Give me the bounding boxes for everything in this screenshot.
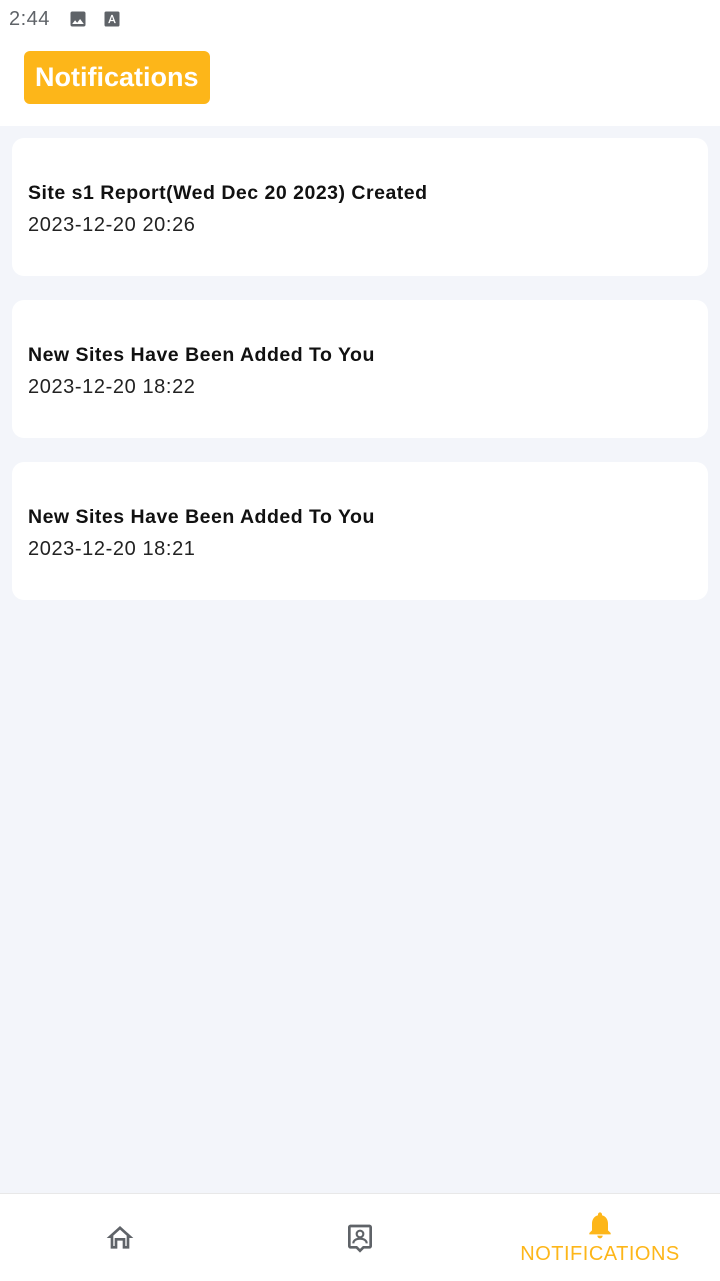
nav-item-home[interactable] xyxy=(0,1194,240,1281)
contact-card-icon xyxy=(348,1224,372,1253)
notification-time: 2023-12-20 18:22 xyxy=(28,376,196,398)
notification-title: Site s1 Report(Wed Dec 20 2023) Created xyxy=(28,182,428,204)
notification-card[interactable]: Site s1 Report(Wed Dec 20 2023) Created … xyxy=(12,138,708,276)
notification-time: 2023-12-20 20:26 xyxy=(28,214,196,236)
nav-label-notifications: NOTIFICATIONS xyxy=(520,1243,680,1265)
page-title-badge: Notifications xyxy=(24,51,210,104)
notification-title: New Sites Have Been Added To You xyxy=(28,506,375,528)
notification-card[interactable]: New Sites Have Been Added To You 2023-12… xyxy=(12,462,708,600)
notification-time: 2023-12-20 18:21 xyxy=(28,538,196,560)
app-header: Notifications xyxy=(0,38,720,126)
notification-list: Site s1 Report(Wed Dec 20 2023) Created … xyxy=(12,138,708,624)
notification-card[interactable]: New Sites Have Been Added To You 2023-12… xyxy=(12,300,708,438)
notification-title: New Sites Have Been Added To You xyxy=(28,344,375,366)
nav-item-contacts[interactable] xyxy=(240,1194,480,1281)
status-bar: 2:44 xyxy=(0,0,720,38)
page-title: Notifications xyxy=(35,62,199,92)
text-a-icon xyxy=(104,11,120,27)
bottom-navigation: NOTIFICATIONS xyxy=(0,1193,720,1281)
home-icon xyxy=(106,1225,134,1249)
status-time: 2:44 xyxy=(9,7,50,30)
nav-item-notifications[interactable]: NOTIFICATIONS xyxy=(480,1194,720,1281)
bell-icon xyxy=(589,1212,611,1239)
image-icon xyxy=(70,11,86,27)
